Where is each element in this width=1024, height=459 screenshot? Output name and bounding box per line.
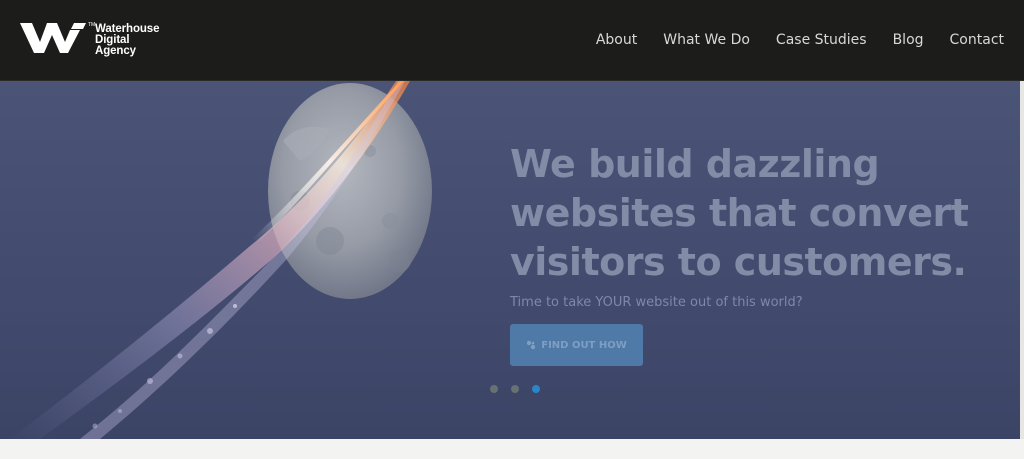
site-header: TM Waterhouse Digital Agency About What …	[0, 0, 1024, 81]
hero-headline: We build dazzling websites that convert …	[510, 140, 990, 287]
hero-headline-line-2: websites that convert	[510, 191, 969, 236]
hero-subheadline: Time to take YOUR website out of this wo…	[510, 295, 803, 310]
slide-dot-3[interactable]	[532, 385, 540, 393]
nav-case-studies[interactable]: Case Studies	[776, 30, 867, 50]
find-out-how-button[interactable]: FIND OUT HOW	[510, 324, 643, 366]
hero-slider: We build dazzling websites that convert …	[0, 81, 1020, 439]
find-out-how-label: FIND OUT HOW	[541, 339, 627, 351]
rocket-icon	[527, 340, 536, 350]
slide-dot-1[interactable]	[490, 385, 498, 393]
waterhouse-w-icon	[20, 23, 86, 53]
hero-headline-line-1: We build dazzling	[510, 142, 880, 187]
brand-name: Waterhouse Digital Agency	[95, 23, 159, 57]
slide-dot-2[interactable]	[511, 385, 519, 393]
nav-about[interactable]: About	[596, 30, 637, 50]
nav-what-we-do[interactable]: What We Do	[663, 30, 750, 50]
page-content-below	[0, 439, 1024, 459]
nav-contact[interactable]: Contact	[950, 30, 1004, 50]
trademark-mark: TM	[88, 22, 96, 28]
brand-name-line-3: Agency	[95, 45, 136, 57]
logo-link[interactable]: TM Waterhouse Digital Agency	[20, 20, 159, 57]
hero-headline-line-3: visitors to customers.	[510, 240, 967, 285]
nav-blog[interactable]: Blog	[893, 30, 924, 50]
main-nav: About What We Do Case Studies Blog Conta…	[570, 30, 1004, 50]
page-scrollbar[interactable]	[1020, 81, 1024, 439]
slider-pagination	[490, 385, 540, 393]
